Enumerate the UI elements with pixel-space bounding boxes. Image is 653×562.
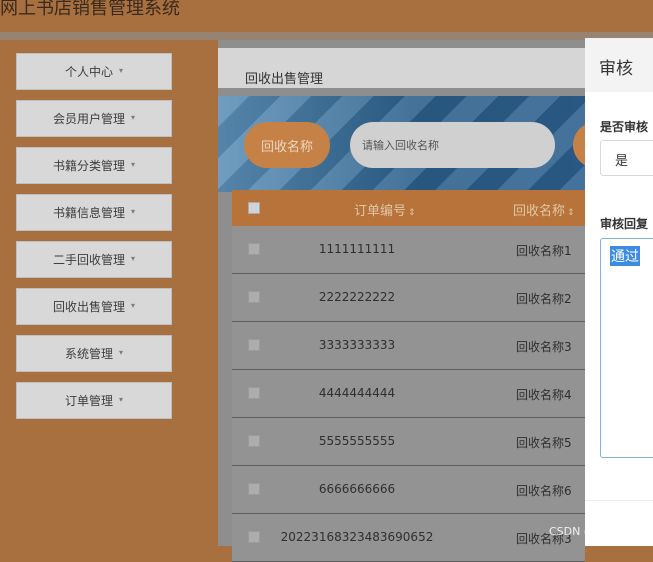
table-row: 4444444444 回收名称4 [232,370,585,418]
approve-select[interactable]: 是 [600,140,653,176]
recycle-name-cell: 回收名称3 [516,340,572,354]
approve-label: 是否审核 [600,120,649,134]
table-row: 3333333333 回收名称3 [232,322,585,370]
sidebar-item-label: 个人中心 [64,65,113,79]
approve-select-value: 是 [615,154,629,169]
sidebar: 个人中心 ▾ 会员用户管理 ▾ 书籍分类管理 ▾ 书籍信息管理 ▾ 二手回收管理 ▾ 回收… [0,40,218,546]
sidebar-item-label: 二手回收管理 [52,253,125,267]
table-header: 订单编号 ⇕ 回收名称 ⇕ [232,190,585,226]
reply-text: 通过 [610,246,640,266]
select-all-checkbox[interactable] [248,202,260,214]
order-no-cell: 5555555555 [318,434,396,448]
data-table: 订单编号 ⇕ 回收名称 ⇕ 1111111111 回收名称1 2222222222 回收… [232,190,585,562]
watermark: CSDN @雪石网络 [549,525,639,538]
search-label: 回收名称 [244,122,330,168]
chevron-down-icon: ▾ [131,254,136,263]
search-banner: 回收名称 [218,96,585,192]
sidebar-item-book-categories[interactable]: 书籍分类管理 ▾ [16,147,172,184]
sidebar-item-label: 订单管理 [64,394,113,408]
sidebar-item-recycle-sales[interactable]: 回收出售管理 ▾ [16,288,172,325]
chevron-down-icon: ▾ [131,160,136,169]
sidebar-item-second-hand-recycling[interactable]: 二手回收管理 ▾ [16,241,172,278]
table-row: 6666666666 回收名称6 [232,466,585,514]
recycle-name-cell: 回收名称4 [516,388,572,402]
main-content: 回收出售管理 回收名称 订单编号⇕ 回收名称⇕ 1111111111 回收名称1 … [218,40,585,562]
reply-textarea[interactable]: 通过 [600,238,653,458]
order-no-cell: 2222222222 [318,290,396,304]
chevron-down-icon: ▾ [131,113,136,122]
sidebar-item-personal-center[interactable]: 个人中心 ▾ [16,53,172,90]
chevron-down-icon: ▾ [119,66,124,75]
order-no-cell: 4444444444 [318,386,396,400]
sidebar-item-label: 书籍分类管理 [52,159,125,173]
table-row: 2222222222 回收名称2 [232,274,585,322]
search-button[interactable] [573,122,585,168]
recycle-name-cell: 回收名称1 [516,244,572,258]
sort-icon: ⇕ [408,208,416,218]
dialog-footer-divider [585,500,653,501]
sidebar-item-label: 系统管理 [64,347,113,361]
chevron-down-icon: ▾ [119,395,124,404]
breadcrumb-current: 回收出售管理 [245,72,324,87]
order-no-cell: 6666666666 [318,482,396,496]
app-title: 网上书店销售管理系统 [0,0,180,19]
order-no-cell: 3333333333 [318,338,396,352]
sidebar-item-system[interactable]: 系统管理 ▾ [16,335,172,372]
table-row: 20223168323483690652 回收名称3 [232,514,585,562]
search-input[interactable] [350,122,555,168]
header-divider [0,32,653,40]
breadcrumb: 回收出售管理 [218,48,585,88]
order-no-cell: 1111111111 [318,242,396,256]
sidebar-item-label: 会员用户管理 [52,112,125,126]
column-recycle-name[interactable]: 回收名称 ⇕ [513,200,575,219]
chevron-down-icon: ▾ [131,207,136,216]
recycle-name-cell: 回收名称2 [516,292,572,306]
table-row: 5555555555 回收名称5 [232,418,585,466]
recycle-name-cell: 回收名称6 [516,484,572,498]
sort-icon: ⇕ [567,208,575,218]
sidebar-item-book-info[interactable]: 书籍信息管理 ▾ [16,194,172,231]
sidebar-item-label: 书籍信息管理 [52,206,125,220]
app-header: 网上书店销售管理系统 [0,0,653,32]
dialog-title: 审核 [599,59,633,79]
review-dialog: 审核 是否审核 是 审核回复 通过 [585,38,653,546]
sidebar-item-orders[interactable]: 订单管理 ▾ [16,382,172,419]
sidebar-item-label: 回收出售管理 [52,300,125,314]
recycle-name-cell: 回收名称5 [516,436,572,450]
chevron-down-icon: ▾ [131,301,136,310]
table-row: 1111111111 回收名称1 [232,226,585,274]
order-no-cell: 20223168323483690652 [280,530,434,544]
sidebar-item-member-users[interactable]: 会员用户管理 ▾ [16,100,172,137]
dialog-header: 审核 [585,38,653,92]
chevron-down-icon: ▾ [119,348,124,357]
reply-label: 审核回复 [600,217,649,231]
column-order-no[interactable]: 订单编号 ⇕ [354,200,416,219]
